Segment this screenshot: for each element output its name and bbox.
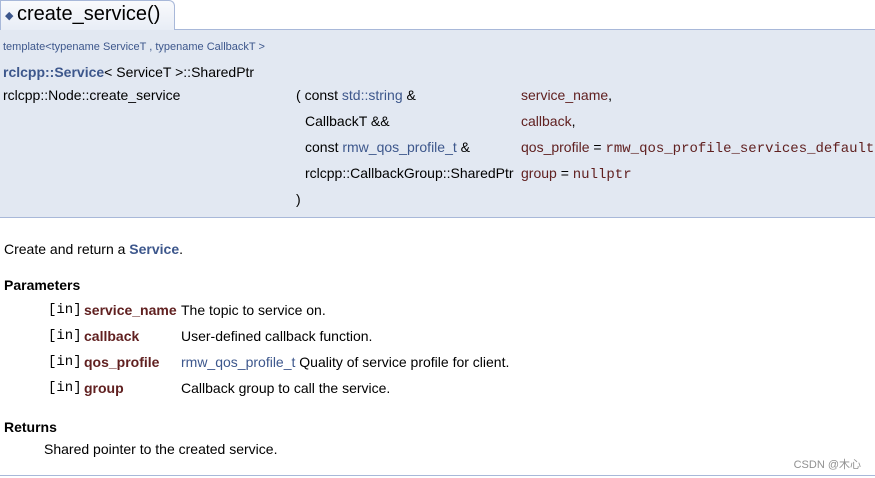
param-doc-desc: Callback group to call the service. — [181, 380, 391, 396]
returns-text: Shared pointer to the created service. — [44, 441, 278, 457]
description: Create and return a Service. — [4, 241, 184, 257]
parameters-heading: Parameters — [4, 277, 81, 293]
param-direction: [in] — [48, 354, 82, 370]
close-paren: ) — [296, 191, 301, 207]
param-name-2: qos_profile = rmw_qos_profile_services_d… — [521, 139, 875, 157]
param-type-1: CallbackT && — [305, 113, 390, 129]
param-doc-desc: rmw_qos_profile_t Quality of service pro… — [181, 354, 510, 370]
watermark: CSDN @木心 — [793, 459, 861, 471]
param-direction: [in] — [48, 380, 82, 396]
rmw-qos-profile-t-link[interactable]: rmw_qos_profile_t — [342, 139, 456, 155]
param-doc-desc: User-defined callback function. — [181, 328, 373, 344]
param-name-3: group = nullptr — [521, 165, 632, 183]
rmw-qos-profile-t-doc-link[interactable]: rmw_qos_profile_t — [181, 354, 295, 370]
template-line: template<typename ServiceT , typename Ca… — [3, 41, 265, 53]
param-type-3: rclcpp::CallbackGroup::SharedPtr — [305, 165, 514, 181]
param-type-0: ( const std::string & — [296, 87, 416, 103]
param-doc-name: service_name — [84, 302, 177, 318]
return-type: rclcpp::Service< ServiceT >::SharedPtr — [3, 64, 255, 80]
param-default-3: nullptr — [572, 167, 632, 183]
bottom-divider — [0, 475, 875, 476]
param-name-1: callback, — [521, 113, 576, 129]
param-doc-desc: The topic to service on. — [181, 302, 326, 318]
return-type-link[interactable]: rclcpp::Service — [3, 64, 104, 80]
param-doc-name: group — [84, 380, 124, 396]
param-doc-name: qos_profile — [84, 354, 160, 370]
function-title: create_service() — [17, 3, 161, 25]
param-name-0: service_name, — [521, 87, 613, 103]
function-name: rclcpp::Node::create_service — [3, 87, 181, 103]
param-type-2: const rmw_qos_profile_t & — [305, 139, 470, 155]
prototype-box: template<typename ServiceT , typename Ca… — [0, 29, 875, 218]
param-direction: [in] — [48, 302, 82, 318]
param-default-2: rmw_qos_profile_services_default — [605, 141, 875, 157]
member-title-tab: ◆ create_service() — [0, 0, 175, 30]
std-string-link[interactable]: std::string — [342, 87, 403, 103]
returns-heading: Returns — [4, 419, 57, 435]
param-doc-name: callback — [84, 328, 140, 344]
param-direction: [in] — [48, 328, 82, 344]
diamond-icon: ◆ — [5, 10, 14, 22]
service-link[interactable]: Service — [129, 241, 179, 257]
